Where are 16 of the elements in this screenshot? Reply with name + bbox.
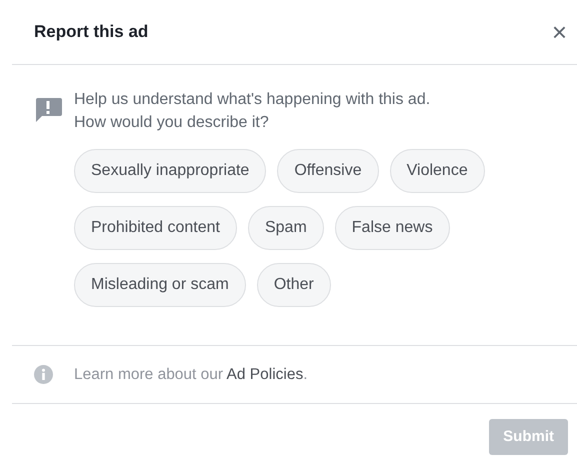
- ad-policies-link[interactable]: Ad Policies: [226, 366, 304, 383]
- prompt-text: How would you describe it?: [74, 113, 270, 133]
- option-chip[interactable]: Spam: [248, 206, 324, 250]
- info-icon: [34, 365, 53, 384]
- close-button[interactable]: ×: [548, 19, 571, 45]
- option-chip[interactable]: Sexually inappropriate: [74, 149, 266, 193]
- option-chip[interactable]: Misleading or scam: [74, 263, 246, 307]
- dialog-title: Report this ad: [34, 21, 148, 44]
- option-chip[interactable]: Other: [256, 263, 331, 307]
- alert-icon: [34, 96, 62, 123]
- option-chip[interactable]: Offensive: [277, 149, 379, 193]
- prompt-text: Help us understand what's happening with this ad.: [74, 90, 430, 110]
- option-chip[interactable]: Prohibited content: [74, 206, 237, 250]
- option-chip[interactable]: False news: [334, 206, 450, 250]
- option-chip[interactable]: Violence: [390, 149, 485, 193]
- policy-note: Learn more about our Ad Policies.: [74, 364, 308, 385]
